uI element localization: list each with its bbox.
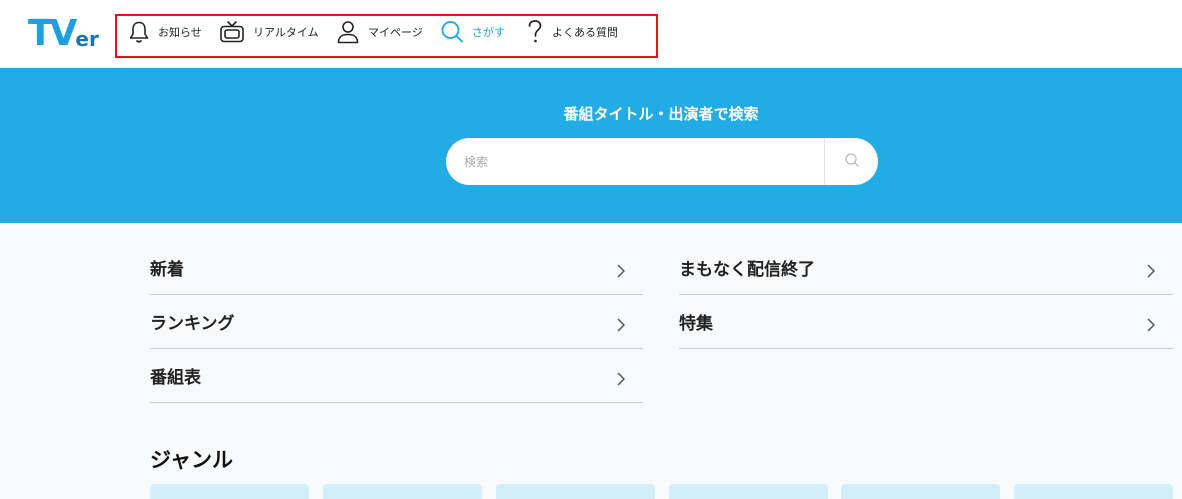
search-input[interactable] — [464, 138, 824, 185]
hero-title: 番組タイトル・出演者で検索 — [563, 105, 759, 123]
search-box — [446, 138, 878, 185]
menu-item-label: ランキング — [150, 314, 235, 334]
chevron-right-icon — [1147, 263, 1156, 282]
search-hero: 番組タイトル・出演者で検索 — [0, 68, 1182, 223]
header: TV er お知らせ リアルタイム マイページ さがす よくある質問 — [0, 0, 1182, 68]
search-submit-button[interactable] — [825, 138, 878, 185]
nav-item-notifications[interactable]: お知らせ — [128, 19, 202, 45]
menu-item-label: 新着 — [150, 260, 184, 280]
question-icon — [526, 19, 544, 45]
nav-label: よくある質問 — [552, 26, 618, 39]
chevron-right-icon — [617, 263, 626, 282]
menu-item-schedule[interactable]: 番組表 — [150, 349, 643, 403]
genre-tile[interactable] — [496, 484, 655, 499]
genre-tile[interactable] — [150, 484, 309, 499]
search-icon — [844, 152, 860, 172]
nav-label: さがす — [472, 26, 505, 39]
nav-item-realtime[interactable]: リアルタイム — [219, 19, 319, 45]
main-nav: お知らせ リアルタイム マイページ さがす よくある質問 — [0, 0, 1182, 68]
chevron-right-icon — [1147, 317, 1156, 336]
chevron-right-icon — [617, 317, 626, 336]
menu-item-ending-soon[interactable]: まもなく配信終了 — [679, 241, 1173, 295]
menu-item-new[interactable]: 新着 — [150, 241, 643, 295]
nav-item-faq[interactable]: よくある質問 — [526, 19, 618, 45]
genre-tile[interactable] — [323, 484, 482, 499]
nav-label: リアルタイム — [253, 26, 319, 39]
menu-item-features[interactable]: 特集 — [679, 295, 1173, 349]
menu-item-ranking[interactable]: ランキング — [150, 295, 643, 349]
tv-icon — [219, 19, 245, 45]
chevron-right-icon — [617, 371, 626, 390]
menu-item-label: 特集 — [679, 314, 713, 334]
nav-label: お知らせ — [158, 26, 202, 39]
bell-icon — [128, 20, 150, 44]
menu-item-label: まもなく配信終了 — [679, 260, 815, 280]
genre-heading: ジャンル — [150, 448, 233, 472]
genre-tile[interactable] — [1014, 484, 1173, 499]
genre-tile[interactable] — [669, 484, 828, 499]
menu-item-label: 番組表 — [150, 368, 201, 388]
search-icon — [440, 19, 464, 45]
genre-tile[interactable] — [841, 484, 1000, 499]
person-icon — [336, 19, 360, 45]
nav-label: マイページ — [368, 26, 423, 39]
nav-item-search[interactable]: さがす — [440, 19, 505, 45]
nav-item-mypage[interactable]: マイページ — [336, 19, 423, 45]
